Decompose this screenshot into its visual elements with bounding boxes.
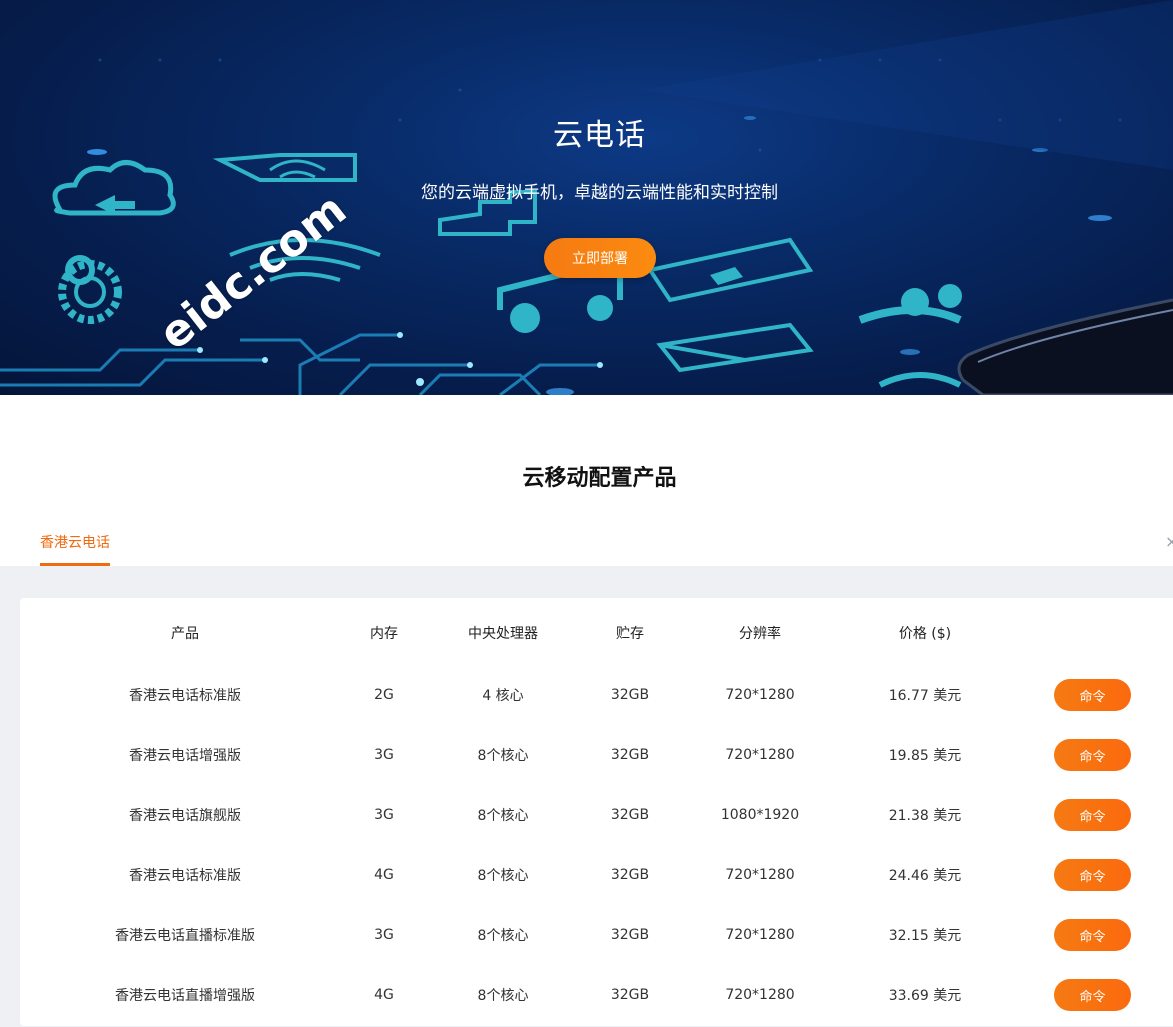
resolution-value: 720*1280 <box>725 927 795 943</box>
header-cpu: 中央处理器 <box>468 626 538 642</box>
deploy-now-button[interactable]: 立即部署 <box>544 238 656 278</box>
price-value: 21.38 美元 <box>888 808 962 824</box>
hero-subtitle: 您的云端虚拟手机，卓越的云端性能和实时控制 <box>421 183 778 203</box>
memory-value: 4G <box>374 867 394 883</box>
price-value: 32.15 美元 <box>888 928 962 944</box>
resolution-value: 720*1280 <box>725 867 795 883</box>
cpu-value: 8个核心 <box>477 808 529 824</box>
storage-value: 32GB <box>610 867 650 883</box>
order-button[interactable]: 命令 <box>1054 859 1131 891</box>
storage-value: 32GB <box>610 687 650 703</box>
table-row: 香港云电话标准版 4G 8个核心 32GB 720*1280 24.46 美元 … <box>20 845 1173 905</box>
cpu-value: 8个核心 <box>477 868 529 884</box>
hero-title: 云电话 <box>553 118 646 153</box>
product-name: 香港云电话旗舰版 <box>129 808 241 824</box>
resolution-value: 720*1280 <box>725 987 795 1003</box>
header-price: 价格 ($) <box>898 626 952 642</box>
resolution-value: 1080*1920 <box>720 807 800 823</box>
resolution-value: 720*1280 <box>725 687 795 703</box>
memory-value: 3G <box>374 807 394 823</box>
cpu-value: 8个核心 <box>477 928 529 944</box>
order-button[interactable]: 命令 <box>1054 679 1131 711</box>
order-button[interactable]: 命令 <box>1054 979 1131 1011</box>
memory-value: 2G <box>374 687 394 703</box>
product-name: 香港云电话标准版 <box>129 688 241 704</box>
product-name: 香港云电话标准版 <box>129 868 241 884</box>
memory-value: 4G <box>374 987 394 1003</box>
price-value: 24.46 美元 <box>888 868 962 884</box>
header-memory: 内存 <box>370 626 398 642</box>
table-row: 香港云电话直播标准版 3G 8个核心 32GB 720*1280 32.15 美… <box>20 905 1173 965</box>
storage-value: 32GB <box>610 807 650 823</box>
storage-value: 32GB <box>610 747 650 763</box>
header-storage: 贮存 <box>616 626 644 642</box>
product-table: 产品 内存 中央处理器 贮存 分辨率 价格 ($) 香港云电话标准版 2G 4 … <box>20 598 1173 1026</box>
order-button[interactable]: 命令 <box>1054 919 1131 951</box>
section-title: 云移动配置产品 <box>522 466 677 491</box>
table-row: 香港云电话旗舰版 3G 8个核心 32GB 1080*1920 21.38 美元… <box>20 785 1173 845</box>
header-resolution: 分辨率 <box>739 626 781 642</box>
hero-banner: 云电话 您的云端虚拟手机，卓越的云端性能和实时控制 立即部署 eidc.com <box>0 0 1173 395</box>
table-row: 香港云电话直播增强版 4G 8个核心 32GB 720*1280 33.69 美… <box>20 965 1173 1025</box>
product-name: 香港云电话增强版 <box>129 748 241 764</box>
resolution-value: 720*1280 <box>725 747 795 763</box>
price-value: 33.69 美元 <box>888 988 962 1004</box>
tab-hongkong-cloud-phone[interactable]: 香港云电话 <box>40 530 110 566</box>
product-name: 香港云电话直播标准版 <box>115 928 255 944</box>
table-row: 香港云电话标准版 2G 4 核心 32GB 720*1280 16.77 美元 … <box>20 665 1173 725</box>
table-header-row: 产品 内存 中央处理器 贮存 分辨率 价格 ($) <box>20 603 1173 663</box>
storage-value: 32GB <box>610 987 650 1003</box>
storage-value: 32GB <box>610 927 650 943</box>
cpu-value: 4 核心 <box>482 688 524 704</box>
memory-value: 3G <box>374 927 394 943</box>
header-product: 产品 <box>171 626 199 642</box>
price-value: 19.85 美元 <box>888 748 962 764</box>
order-button[interactable]: 命令 <box>1054 739 1131 771</box>
table-row: 香港云电话增强版 3G 8个核心 32GB 720*1280 19.85 美元 … <box>20 725 1173 785</box>
cpu-value: 8个核心 <box>477 988 529 1004</box>
price-value: 16.77 美元 <box>888 688 962 704</box>
close-icon[interactable]: × <box>1165 532 1173 551</box>
product-name: 香港云电话直播增强版 <box>115 988 255 1004</box>
memory-value: 3G <box>374 747 394 763</box>
order-button[interactable]: 命令 <box>1054 799 1131 831</box>
cpu-value: 8个核心 <box>477 748 529 764</box>
